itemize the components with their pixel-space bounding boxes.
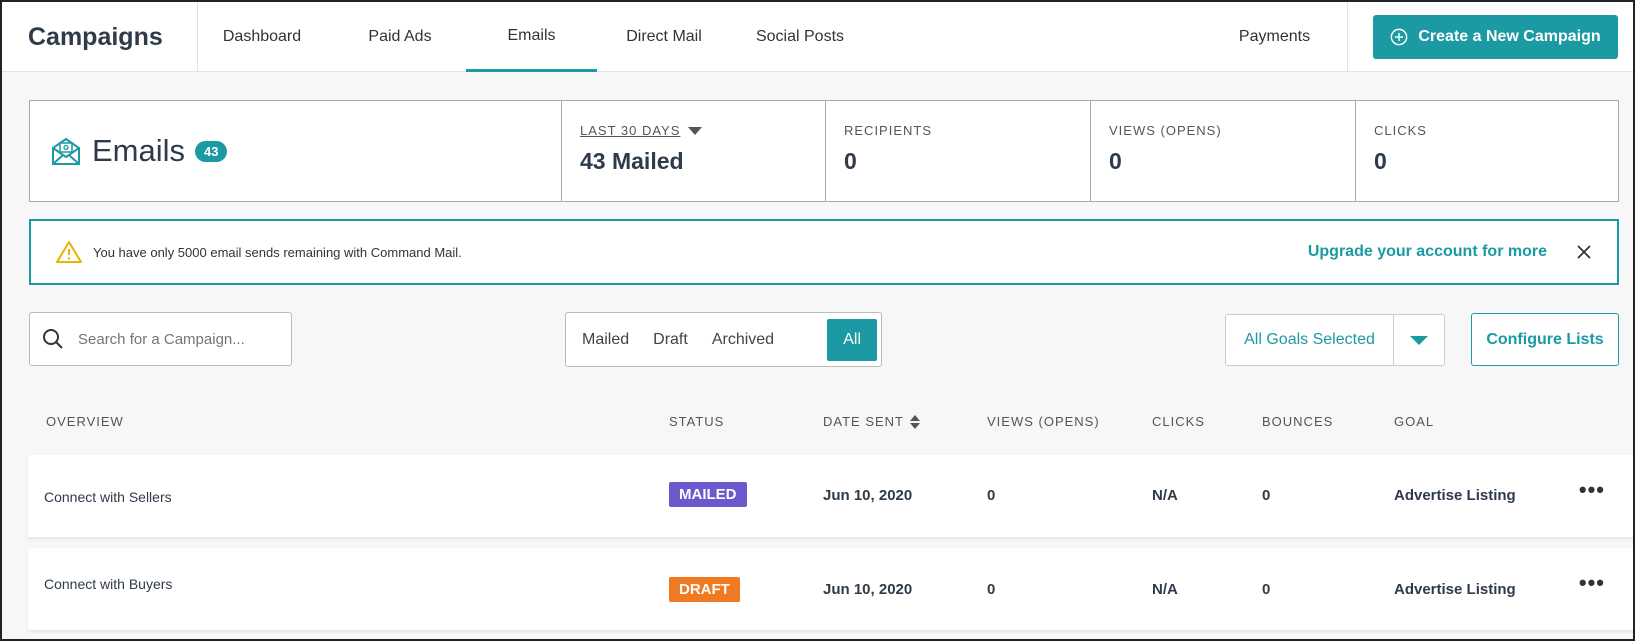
- row-clicks: N/A: [1152, 487, 1178, 504]
- col-views: VIEWS (OPENS): [987, 414, 1100, 429]
- col-overview: OVERVIEW: [46, 414, 124, 429]
- caret-down-icon: [1410, 335, 1428, 345]
- close-icon[interactable]: [1575, 243, 1593, 261]
- period-cell: LAST 30 DAYS 43 Mailed: [561, 101, 825, 201]
- col-date-sent-label: DATE SENT: [823, 414, 904, 429]
- tab-emails[interactable]: Emails: [466, 2, 597, 72]
- status-badge: DRAFT: [669, 577, 740, 602]
- goals-select-label: All Goals Selected: [1226, 315, 1394, 365]
- envelope-icon: [52, 137, 80, 165]
- row-bounces: 0: [1262, 487, 1271, 504]
- search-icon: [43, 329, 63, 349]
- app-title: Campaigns: [2, 2, 198, 72]
- create-campaign-button[interactable]: Create a New Campaign: [1373, 15, 1618, 59]
- row-clicks: N/A: [1152, 581, 1178, 598]
- tab-social-posts[interactable]: Social Posts: [736, 2, 864, 72]
- row-views: 0: [987, 487, 996, 504]
- more-options-icon[interactable]: •••: [1579, 477, 1605, 503]
- table-row[interactable]: Connect with Sellers MAILED Jun 10, 2020…: [28, 455, 1633, 537]
- configure-lists-button[interactable]: Configure Lists: [1471, 313, 1619, 366]
- goals-select[interactable]: All Goals Selected: [1225, 314, 1445, 366]
- emails-title: Emails: [92, 133, 186, 168]
- row-overview[interactable]: Connect with Buyers: [44, 576, 172, 592]
- views-label: VIEWS (OPENS): [1109, 123, 1222, 138]
- stats-card: Emails 43 LAST 30 DAYS 43 Mailed RECIPIE…: [29, 100, 1619, 202]
- row-views: 0: [987, 581, 996, 598]
- views-cell: VIEWS (OPENS) 0: [1090, 101, 1355, 201]
- col-date-sent[interactable]: DATE SENT: [823, 414, 920, 429]
- recipients-label: RECIPIENTS: [844, 123, 933, 138]
- sort-icon: [910, 414, 920, 429]
- app-frame: Campaigns Dashboard Paid Ads Emails Dire…: [0, 0, 1635, 641]
- emails-count-badge: 43: [195, 140, 228, 162]
- clicks-cell: CLICKS 0: [1355, 101, 1618, 201]
- caret-down-icon: [688, 126, 703, 135]
- table-row[interactable]: Connect with Buyers DRAFT Jun 10, 2020 0…: [28, 548, 1633, 630]
- clicks-value: 0: [1374, 148, 1387, 174]
- alert-message: You have only 5000 email sends remaining…: [93, 244, 462, 260]
- payments-link[interactable]: Payments: [1202, 2, 1348, 72]
- row-goal: Advertise Listing: [1394, 487, 1516, 504]
- col-bounces: BOUNCES: [1262, 414, 1334, 429]
- segment-mailed[interactable]: Mailed: [570, 319, 641, 361]
- col-clicks: CLICKS: [1152, 414, 1205, 429]
- col-goal: GOAL: [1394, 414, 1435, 429]
- row-date: Jun 10, 2020: [823, 487, 913, 504]
- tab-dashboard[interactable]: Dashboard: [198, 2, 326, 72]
- plus-circle-icon: [1390, 28, 1408, 46]
- row-overview[interactable]: Connect with Sellers: [44, 489, 172, 505]
- search-box: [29, 312, 292, 366]
- status-badge: MAILED: [669, 482, 747, 507]
- create-campaign-label: Create a New Campaign: [1418, 28, 1601, 45]
- segment-all[interactable]: All: [827, 318, 877, 361]
- segment-archived[interactable]: Archived: [700, 319, 786, 361]
- goals-dropdown-toggle[interactable]: [1394, 315, 1444, 365]
- status-filter-segments: Mailed Draft Archived All: [565, 312, 882, 367]
- recipients-value: 0: [844, 148, 857, 174]
- top-nav: Campaigns Dashboard Paid Ads Emails Dire…: [2, 2, 1633, 72]
- mailed-count: 43 Mailed: [580, 148, 684, 174]
- row-bounces: 0: [1262, 581, 1271, 598]
- segment-draft[interactable]: Draft: [641, 319, 700, 361]
- views-value: 0: [1109, 148, 1122, 174]
- more-options-icon[interactable]: •••: [1579, 570, 1605, 596]
- clicks-label: CLICKS: [1374, 123, 1427, 138]
- period-dropdown[interactable]: LAST 30 DAYS: [580, 119, 807, 138]
- col-status: STATUS: [669, 414, 725, 429]
- recipients-cell: RECIPIENTS 0: [825, 101, 1090, 201]
- emails-header: Emails 43: [30, 101, 561, 201]
- tab-paid-ads[interactable]: Paid Ads: [336, 2, 464, 72]
- tab-direct-mail[interactable]: Direct Mail: [602, 2, 726, 72]
- warning-icon: [56, 241, 82, 263]
- upgrade-link[interactable]: Upgrade your account for more: [1308, 243, 1547, 261]
- table-header: OVERVIEW STATUS DATE SENT VIEWS (OPENS) …: [2, 414, 1633, 434]
- row-date: Jun 10, 2020: [823, 581, 913, 598]
- row-goal: Advertise Listing: [1394, 581, 1516, 598]
- sends-remaining-alert: You have only 5000 email sends remaining…: [29, 219, 1619, 285]
- period-label: LAST 30 DAYS: [580, 123, 681, 138]
- search-input[interactable]: [78, 330, 268, 348]
